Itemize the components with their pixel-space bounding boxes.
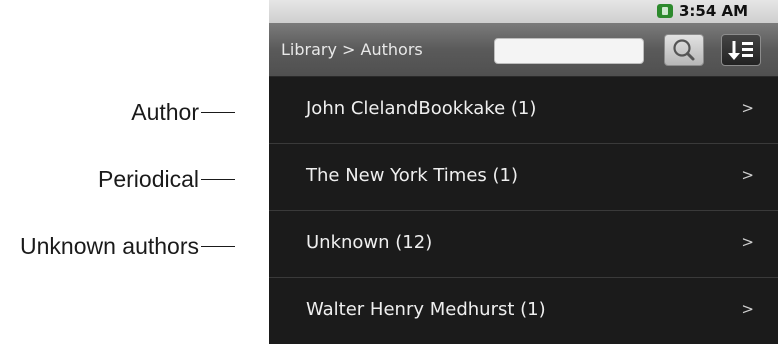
search-input[interactable] [494, 38, 644, 64]
search-button[interactable] [664, 34, 704, 66]
callout-label: Unknown authors [20, 233, 199, 259]
status-bar: 3:54 AM [269, 0, 778, 23]
authors-list: John ClelandBookkake (1) > The New York … [269, 77, 778, 344]
chevron-right-icon: > [741, 99, 754, 117]
list-item-label: John ClelandBookkake (1) [306, 98, 537, 119]
chevron-right-icon: > [741, 300, 754, 318]
callout-label: Author [131, 99, 199, 125]
status-clock: 3:54 AM [679, 2, 749, 20]
list-item[interactable]: John ClelandBookkake (1) > [269, 77, 778, 144]
list-item-label: Unknown (12) [306, 232, 433, 253]
title-bar: Library > Authors [269, 23, 778, 77]
breadcrumb: Library > Authors [281, 40, 423, 59]
chevron-right-icon: > [741, 233, 754, 251]
battery-icon [657, 4, 673, 18]
sort-icon [728, 41, 753, 60]
list-item-label: The New York Times (1) [306, 165, 518, 186]
device-screen: 3:54 AM Library > Authors John ClelandBo… [269, 0, 778, 344]
chevron-right-icon: > [741, 166, 754, 184]
callout-author: Author [131, 97, 235, 127]
callout-periodical: Periodical [98, 164, 235, 194]
callout-unknown-authors: Unknown authors [20, 231, 235, 261]
callout-line [201, 111, 235, 113]
callout-line [201, 245, 235, 247]
list-item-label: Walter Henry Medhurst (1) [306, 299, 546, 320]
sort-button[interactable] [721, 34, 761, 66]
search-icon [673, 39, 695, 61]
list-item[interactable]: The New York Times (1) > [269, 144, 778, 211]
list-item[interactable]: Unknown (12) > [269, 211, 778, 278]
callout-label: Periodical [98, 166, 199, 192]
callout-line [201, 178, 235, 180]
list-item[interactable]: Walter Henry Medhurst (1) > [269, 278, 778, 344]
